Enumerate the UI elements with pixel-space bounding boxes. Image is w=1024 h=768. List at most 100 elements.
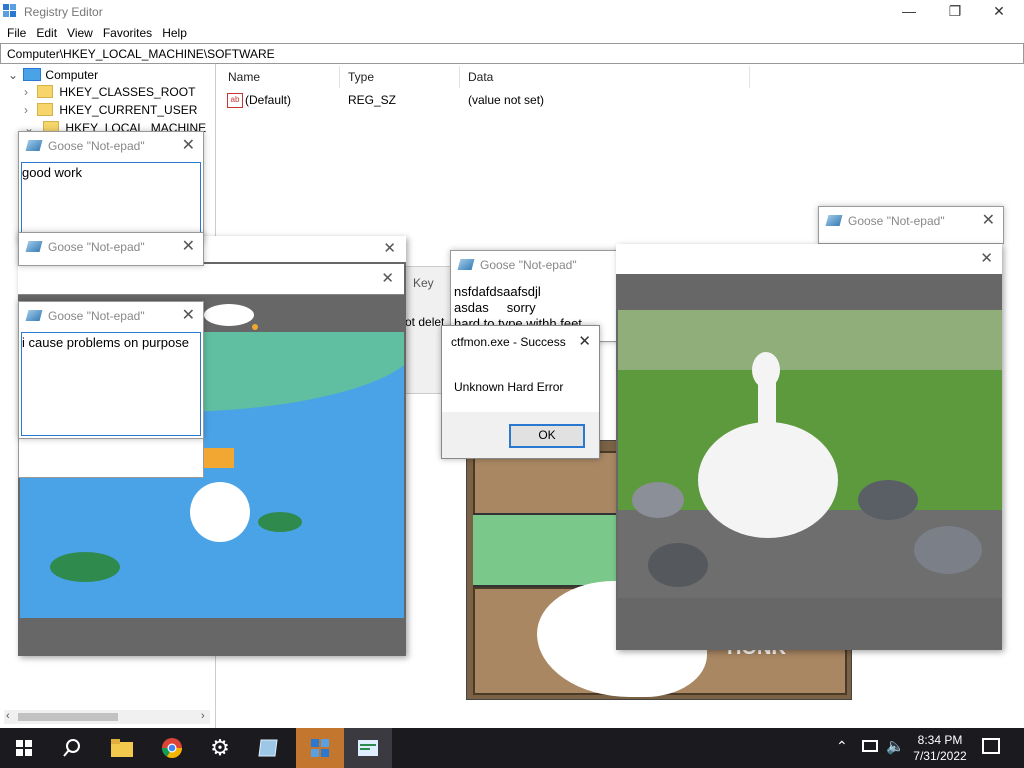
notepad-title: Goose "Not-epad" [48, 139, 145, 153]
column-divider[interactable] [339, 66, 340, 88]
minimize-button[interactable]: — [886, 0, 932, 24]
dialog-message: Unknown Hard Error [454, 380, 564, 394]
settings-icon[interactable]: ⚙ [196, 728, 244, 768]
tree-horizontal-scrollbar[interactable]: ‹ › [4, 710, 210, 724]
chrome-icon[interactable] [148, 728, 196, 768]
notepad-title-bar: Goose "Not-epad" ✕ [19, 132, 203, 160]
dialog-title-bar: ctfmon.exe - Success ✕ [442, 326, 599, 354]
goose-figure [190, 482, 250, 542]
address-text: Computer\HKEY_LOCAL_MACHINE\SOFTWARE [7, 47, 275, 61]
notepad-icon [457, 259, 475, 270]
column-header-name[interactable]: Name [228, 70, 260, 84]
file-explorer-icon[interactable] [98, 728, 146, 768]
chevron-up-icon[interactable]: ⌃ [836, 738, 848, 755]
notepad-title: Goose "Not-epad" [48, 309, 145, 323]
lily-pad [258, 512, 302, 532]
value-data: (value not set) [468, 93, 545, 107]
menu-favorites[interactable]: Favorites [103, 24, 152, 42]
close-icon[interactable]: ✕ [383, 239, 396, 257]
address-bar[interactable]: Computer\HKEY_LOCAL_MACHINE\SOFTWARE [0, 43, 1024, 64]
search-icon[interactable] [48, 728, 96, 768]
notepad-title-bar: Goose "Not-epad" [451, 251, 621, 279]
menu-file[interactable]: File [7, 24, 26, 42]
close-icon[interactable]: ✕ [982, 210, 995, 230]
registry-editor-icon[interactable] [296, 728, 344, 768]
delete-text-fragment: ot delet [405, 315, 445, 329]
key-title-fragment: Key [413, 276, 434, 290]
goose-notepad-icon[interactable] [344, 728, 392, 768]
chevron-right-icon: › [24, 103, 28, 117]
close-icon[interactable]: ✕ [980, 249, 993, 267]
notifications-icon[interactable] [982, 738, 1000, 754]
dialog-title: ctfmon.exe - Success [451, 335, 566, 349]
ok-button[interactable]: OK [509, 424, 585, 448]
window-title: Registry Editor [24, 5, 103, 19]
table-row[interactable]: ab (Default) REG_SZ (value not set) [225, 92, 745, 110]
notepad-title-bar: Goose "Not-epad" ✕ [819, 207, 1003, 235]
title-bar: Registry Editor — ❐ ✕ [0, 0, 1024, 24]
message-dialog[interactable]: ctfmon.exe - Success ✕ Unknown Hard Erro… [441, 325, 600, 459]
string-value-icon: ab [227, 93, 243, 108]
tree-item-classes-root[interactable]: › HKEY_CLASSES_ROOT [24, 85, 195, 99]
goose-photo-window: ✕ [616, 244, 1002, 650]
close-icon[interactable]: ✕ [182, 135, 195, 155]
network-icon[interactable] [862, 740, 878, 752]
photo-title-bar: ✕ [616, 244, 1002, 274]
notepad-icon [25, 241, 43, 252]
folder-icon [37, 103, 54, 116]
menu-help[interactable]: Help [162, 24, 187, 42]
notepad-icon [825, 215, 843, 226]
notepad-window-fragment [18, 436, 204, 478]
value-name: (Default) [245, 93, 292, 107]
menu-bar: File Edit View Favorites Help [0, 24, 1024, 42]
scroll-left-arrow-icon[interactable]: ‹ [6, 710, 10, 722]
folder-icon [37, 85, 54, 98]
clock[interactable]: 8:34 PM 7/31/2022 [912, 732, 968, 764]
tree-item-current-user[interactable]: › HKEY_CURRENT_USER [24, 103, 197, 117]
close-icon[interactable]: ✕ [182, 236, 195, 256]
registry-editor-icon [3, 4, 17, 18]
goose-photo-graphic [618, 310, 1002, 598]
game-inner-title-bar: ✕ [18, 264, 404, 295]
column-header-type[interactable]: Type [348, 70, 374, 84]
tree-item-label: HKEY_CLASSES_ROOT [59, 85, 196, 99]
column-header-data[interactable]: Data [468, 70, 493, 84]
scroll-right-arrow-icon[interactable]: › [201, 710, 205, 722]
dialog-body: Unknown Hard Error [442, 354, 599, 412]
volume-icon[interactable]: 🔈 [886, 737, 905, 755]
clock-date: 7/31/2022 [913, 749, 967, 763]
menu-view[interactable]: View [67, 24, 93, 42]
crown-icon [204, 448, 234, 468]
goose-notepad-window[interactable]: Goose "Not-epad" ✕ i cause problems on p… [18, 301, 204, 439]
windows-start-icon[interactable] [0, 728, 48, 768]
value-type: REG_SZ [348, 93, 397, 107]
scrollbar-thumb[interactable] [18, 713, 118, 721]
notepad-title: Goose "Not-epad" [480, 258, 577, 272]
maximize-button[interactable]: ❐ [932, 0, 978, 24]
close-button[interactable]: ✕ [976, 0, 1022, 24]
tree-root-label: Computer [45, 68, 99, 82]
goose-notepad-window[interactable]: Goose "Not-epad" ✕ [818, 206, 1004, 244]
close-icon[interactable]: ✕ [182, 305, 195, 325]
close-icon[interactable]: ✕ [578, 332, 591, 350]
notepad-title-bar: Goose "Not-epad" ✕ [19, 302, 203, 330]
notepad-text[interactable]: good work [22, 165, 82, 181]
menu-edit[interactable]: Edit [36, 24, 57, 42]
clock-time: 8:34 PM [917, 733, 963, 747]
notepad-icon [25, 140, 43, 151]
taskbar: ⚙ ⌃ 🔈 8:34 PM 7/31/2022 [0, 728, 1024, 768]
goose-notepad-window[interactable]: Goose "Not-epad" ✕ [18, 232, 204, 266]
notepad-icon [25, 310, 43, 321]
lily-pad [50, 552, 120, 582]
column-divider[interactable] [459, 66, 460, 88]
tree-item-label: HKEY_CURRENT_USER [59, 103, 198, 117]
notepad-text[interactable]: i cause problems on purpose [22, 335, 189, 351]
goose-photo [618, 310, 1002, 598]
notepad-icon[interactable] [244, 728, 292, 768]
chevron-down-icon: ⌄ [8, 68, 19, 82]
goose-notepad-window[interactable]: Goose "Not-epad" ✕ good work [18, 131, 204, 243]
close-icon[interactable]: ✕ [381, 269, 394, 287]
tree-item-computer[interactable]: ⌄ Computer [8, 68, 98, 82]
notepad-title-bar: Goose "Not-epad" ✕ [19, 233, 203, 261]
column-divider[interactable] [749, 66, 750, 88]
